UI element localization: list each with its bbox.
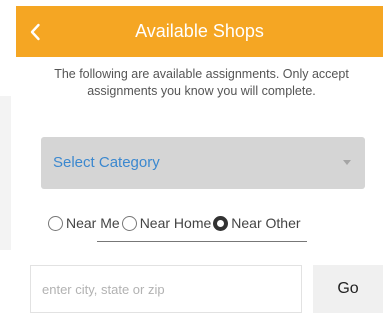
go-button[interactable]: Go <box>313 265 383 313</box>
radio-unchecked-icon <box>121 215 137 231</box>
page-title: Available Shops <box>135 21 264 41</box>
radio-near-me[interactable]: Near Me <box>48 215 120 231</box>
radio-unchecked-icon <box>48 215 63 231</box>
radio-near-other[interactable]: Near Other <box>213 215 301 231</box>
left-background-strip <box>0 96 11 250</box>
back-button[interactable] <box>16 6 54 57</box>
intro-text: The following are available assignments.… <box>54 67 349 98</box>
category-select[interactable]: Select Category <box>41 137 365 189</box>
location-filter-radios: Near Me Near Home Near Other <box>48 211 378 235</box>
radio-near-home[interactable]: Near Home <box>121 215 212 231</box>
category-select-label: Select Category <box>53 154 160 171</box>
app-header: Available Shops <box>16 6 383 57</box>
radio-label-near-other: Near Other <box>231 215 301 231</box>
divider <box>97 241 307 242</box>
caret-down-icon <box>343 160 351 165</box>
chevron-left-icon <box>30 23 40 40</box>
radio-checked-icon <box>213 215 229 231</box>
radio-label-near-home: Near Home <box>139 215 212 231</box>
location-search-input[interactable] <box>30 265 302 313</box>
radio-label-near-me: Near Me <box>66 215 120 231</box>
